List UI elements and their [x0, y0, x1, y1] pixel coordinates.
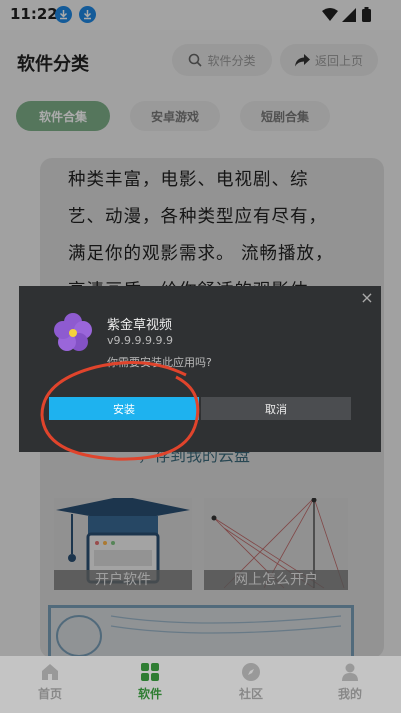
install-question: 你需要安装此应用吗? [107, 356, 212, 369]
compass-icon [242, 663, 260, 681]
person-icon [342, 663, 358, 681]
app-flower-icon [54, 313, 92, 351]
grid-icon [141, 663, 159, 681]
nav-community[interactable]: 社区 [221, 662, 281, 702]
nav-label: 首页 [37, 687, 62, 701]
app-name: 紫金草视频 [107, 318, 173, 333]
install-dialog: × 紫金草视频 v9.9.9.9.9.9 你需要安装此应用吗? 安装 取消 [19, 286, 381, 452]
install-button[interactable]: 安装 [49, 397, 199, 420]
cancel-button[interactable]: 取消 [201, 397, 351, 420]
nav-label: 社区 [238, 687, 263, 701]
nav-label: 软件 [137, 687, 162, 701]
nav-home[interactable]: 首页 [20, 662, 80, 702]
nav-label: 我的 [337, 687, 362, 701]
bottom-nav: 首页 软件 社区 我的 [0, 656, 401, 713]
nav-mine[interactable]: 我的 [320, 662, 380, 702]
nav-software[interactable]: 软件 [120, 662, 180, 702]
home-icon [42, 664, 58, 680]
close-icon[interactable]: × [359, 290, 375, 306]
app-version: v9.9.9.9.9.9 [107, 334, 173, 347]
